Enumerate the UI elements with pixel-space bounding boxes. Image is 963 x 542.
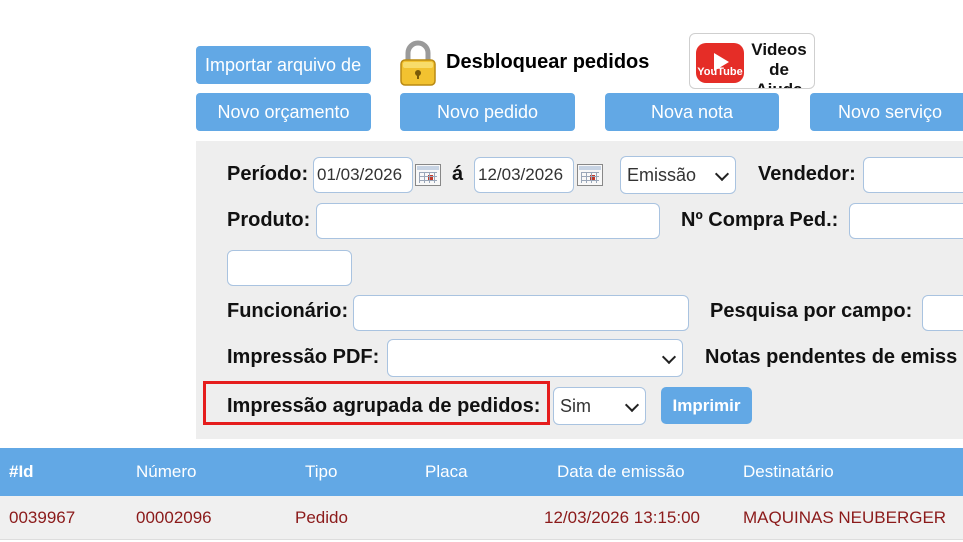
new-service-label: Novo serviço	[837, 101, 943, 122]
new-quote-button[interactable]: Novo orçamento	[196, 93, 371, 131]
pdf-print-label: Impressão PDF:	[227, 346, 380, 368]
seller-label: Vendedor:	[758, 163, 856, 185]
table-row[interactable]: 0039967 00002096 Pedido 12/03/2026 13:15…	[0, 496, 963, 540]
new-order-button[interactable]: Novo pedido	[400, 93, 575, 131]
cell-issue-date: 12/03/2026 13:15:00	[544, 508, 700, 527]
chevron-down-icon	[624, 397, 640, 413]
employee-input[interactable]	[353, 295, 689, 331]
col-type-header[interactable]: Tipo	[305, 462, 337, 482]
product-input[interactable]	[316, 203, 660, 239]
period-label: Período:	[227, 163, 309, 185]
pending-notes-label: Notas pendentes de emiss	[705, 346, 958, 368]
new-invoice-button[interactable]: Nova nota	[605, 93, 779, 131]
unlock-orders-link[interactable]: Desbloquear pedidos	[446, 51, 649, 74]
new-service-button[interactable]: Novo serviço	[810, 93, 963, 131]
product-label: Produto:	[227, 209, 311, 231]
date-from-input[interactable]	[313, 157, 413, 193]
pdf-print-select[interactable]	[387, 339, 683, 377]
youtube-logo-text: YouTube	[697, 66, 743, 78]
col-issue-date-header[interactable]: Data de emissão	[557, 462, 685, 482]
cell-recipient: MAQUINAS NEUBERGER	[743, 508, 947, 527]
grouped-print-value: Sim	[560, 395, 591, 416]
table-header: #Id Número Tipo Placa Data de emissão De…	[0, 448, 963, 496]
date-to-input[interactable]	[474, 157, 574, 193]
date-type-select[interactable]: Emissão	[620, 156, 736, 194]
purchase-order-input[interactable]	[849, 203, 963, 239]
chevron-down-icon	[714, 166, 730, 182]
new-quote-label: Novo orçamento	[217, 101, 350, 122]
date-type-value: Emissão	[627, 164, 697, 185]
calendar-to-icon[interactable]	[577, 164, 603, 186]
col-number-header[interactable]: Número	[136, 462, 196, 482]
employee-label: Funcionário:	[227, 300, 349, 322]
col-recipient-header[interactable]: Destinatário	[743, 462, 834, 482]
print-button[interactable]: Imprimir	[661, 387, 752, 424]
new-order-label: Novo pedido	[436, 101, 539, 122]
col-id-header[interactable]: #Id	[9, 462, 34, 482]
new-invoice-label: Nova nota	[650, 101, 734, 122]
help-videos-button[interactable]: YouTube Videos de Ajuda	[689, 33, 815, 89]
help-videos-label: Videos de Ajuda	[751, 40, 807, 88]
cell-id: 0039967	[9, 508, 76, 527]
cell-number: 00002096	[136, 508, 212, 527]
import-file-label: Importar arquivo de	[205, 54, 362, 75]
lock-icon[interactable]	[399, 40, 437, 86]
extra-filter-input[interactable]	[227, 250, 352, 286]
between-label: á	[452, 163, 464, 185]
field-search-label: Pesquisa por campo:	[710, 300, 913, 322]
cell-type: Pedido	[295, 508, 348, 527]
grouped-print-select[interactable]: Sim	[553, 387, 646, 425]
field-search-input[interactable]	[922, 295, 963, 331]
calendar-from-icon[interactable]	[415, 164, 441, 186]
chevron-down-icon	[661, 349, 677, 365]
seller-input[interactable]	[863, 157, 963, 193]
purchase-order-label: Nº Compra Ped.:	[681, 209, 839, 231]
import-file-button[interactable]: Importar arquivo de	[196, 46, 371, 84]
col-plate-header[interactable]: Placa	[425, 462, 468, 482]
grouped-print-label: Impressão agrupada de pedidos:	[227, 395, 541, 417]
